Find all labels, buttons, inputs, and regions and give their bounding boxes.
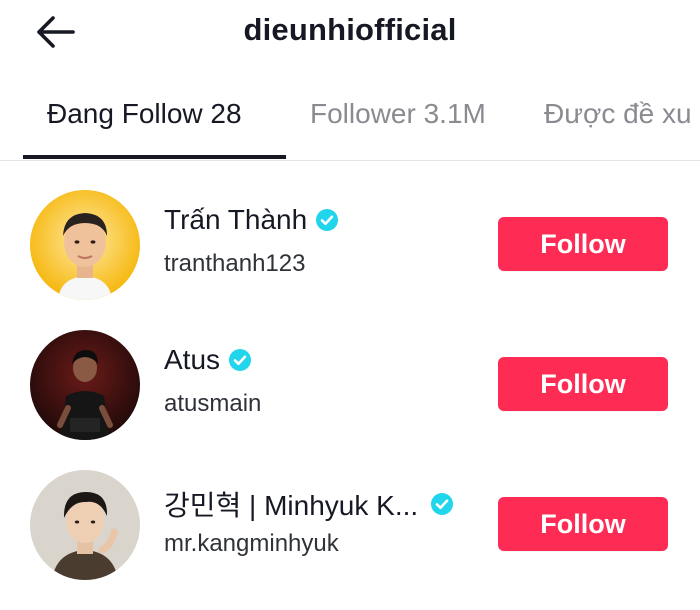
follow-button[interactable]: Follow xyxy=(498,217,668,271)
tab-suggested[interactable]: Được đề xu xyxy=(544,98,692,130)
list-item[interactable]: 강민혁 | Minhyuk K... mr.kangminhyuk Follow xyxy=(0,470,700,610)
user-handle: tranthanh123 xyxy=(164,250,306,277)
verified-badge-icon xyxy=(229,349,252,371)
avatar[interactable] xyxy=(30,470,140,580)
avatar[interactable] xyxy=(30,190,140,300)
user-handle: mr.kangminhyuk xyxy=(164,530,339,557)
user-name: 강민혁 | Minhyuk K... xyxy=(164,490,419,521)
user-name: Trấn Thành xyxy=(164,204,308,235)
verified-badge-icon xyxy=(431,493,454,515)
tab-followers[interactable]: Follower 3.1M xyxy=(310,98,486,130)
user-name-line: 강민혁 | Minhyuk K... xyxy=(164,484,454,524)
avatar[interactable] xyxy=(30,330,140,440)
list-item[interactable]: Trấn Thành tranthanh123 Follow xyxy=(0,190,700,330)
user-name-line: Trấn Thành xyxy=(164,204,339,236)
page-title: dieunhiofficial xyxy=(243,12,457,47)
tab-following[interactable]: Đang Follow 28 xyxy=(47,98,242,130)
follow-button[interactable]: Follow xyxy=(498,357,668,411)
user-name-line: Atus xyxy=(164,344,252,376)
verified-badge-icon xyxy=(316,209,339,231)
top-bar: dieunhiofficial xyxy=(0,0,700,70)
list-item[interactable]: Atus atusmain Follow xyxy=(0,330,700,470)
follow-button[interactable]: Follow xyxy=(498,497,668,551)
active-tab-indicator xyxy=(23,155,286,159)
user-handle: atusmain xyxy=(164,390,262,417)
tab-bar: Đang Follow 28 Follower 3.1M Được đề xu xyxy=(0,78,700,161)
user-name: Atus xyxy=(164,344,221,375)
